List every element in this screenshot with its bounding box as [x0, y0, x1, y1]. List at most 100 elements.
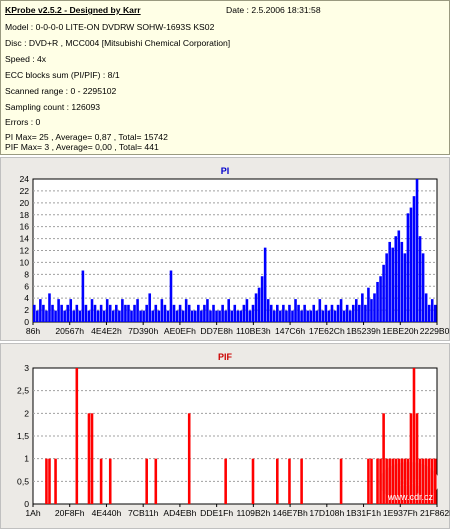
pi-bar: [206, 299, 209, 322]
pi-bar: [303, 304, 306, 322]
pi-bar: [276, 304, 279, 322]
pi-bar: [169, 270, 173, 322]
pi-bar: [54, 310, 57, 322]
pi-bar: [84, 304, 88, 322]
pi-bar: [102, 310, 106, 322]
info-line-model: Model : 0-0-0-0 LITE-ON DVDRW SOHW-1693S…: [5, 22, 215, 32]
pif-bar: [379, 458, 382, 504]
watermark-text: www.cdr.cz: [387, 492, 434, 502]
pi-bar: [348, 310, 352, 322]
pi-bar: [184, 299, 188, 322]
pif-ytick-label: 2: [24, 408, 29, 418]
pif-bar: [412, 368, 416, 504]
pi-bar: [127, 304, 130, 322]
pif-chart: 00,511,522,531Ah 20F8Fh 4E440h 7CB11h AD4EBh…: [17, 363, 450, 518]
pi-xtick-label: 110BE3h: [236, 326, 271, 336]
pi-bar: [181, 310, 185, 322]
pi-bar: [230, 310, 234, 322]
pif-xtick-label: 4E440h: [92, 508, 122, 518]
pi-bar: [430, 299, 434, 322]
pi-xtick-label: 86h: [26, 326, 41, 336]
pi-xtick-label: 4E4E2h: [91, 326, 122, 336]
pi-bar: [193, 310, 197, 322]
pif-xtick-label: AD4EBh: [163, 508, 196, 518]
pif-ytick-label: 2,5: [17, 386, 29, 396]
pi-xtick-label: 1B5239h: [346, 326, 381, 336]
pi-bar: [236, 310, 240, 322]
pi-bar: [418, 236, 422, 322]
pi-bar: [257, 287, 261, 322]
pi-xtick-label: DD7E8h: [200, 326, 233, 336]
pi-ytick-label: 4: [24, 293, 29, 303]
pif-ytick-label: 1,5: [17, 431, 29, 441]
pi-bar: [397, 230, 401, 322]
pi-chart-panel: PI 0 2 4 6 8 10 12 14 16 18 20 22 24 86h 20567h 4E4E2h 7…: [0, 157, 450, 341]
pi-bar: [315, 310, 319, 322]
pif-xtick-label: DDE1Fh: [200, 508, 233, 518]
pif-bar: [45, 458, 48, 504]
pi-bar: [373, 293, 376, 322]
pif-bar: [87, 413, 91, 504]
pi-bar: [96, 310, 100, 322]
pif-bar: [90, 413, 94, 504]
pi-ytick-label: 20: [19, 198, 29, 208]
pi-bar: [39, 299, 42, 322]
pi-bar: [306, 310, 309, 322]
pi-bar: [51, 304, 54, 322]
pi-bar: [421, 253, 425, 322]
pi-bar: [212, 304, 215, 322]
pi-ytick-label: 16: [19, 222, 29, 232]
info-line-sampling: Sampling count : 126093: [5, 102, 101, 112]
pi-bar: [260, 276, 264, 322]
pif-bar: [370, 458, 373, 504]
info-line-disc: Disc : DVD+R , MCC004 [Mitsubishi Chemic…: [5, 38, 231, 48]
pif-bar: [382, 413, 385, 504]
pi-bar: [218, 310, 221, 322]
pi-bar: [288, 304, 291, 322]
pi-bar: [63, 310, 66, 322]
pi-bar: [394, 236, 398, 322]
pif-xtick-label: 1E937Fh: [383, 508, 418, 518]
pif-bar: [339, 458, 343, 504]
pif-ytick-label: 1: [24, 454, 29, 464]
pi-bar: [272, 310, 276, 322]
pi-bar: [297, 304, 300, 322]
pif-bar: [75, 368, 79, 504]
pi-bar: [342, 310, 346, 322]
pif-xtick-label: 17D108h: [309, 508, 344, 518]
pif-bar: [187, 413, 191, 504]
pi-bar: [105, 299, 109, 322]
pif-bar: [54, 458, 57, 504]
pif-bar: [251, 458, 255, 504]
pi-bar: [36, 310, 39, 322]
pif-bar: [145, 458, 148, 504]
pi-bar: [300, 310, 303, 322]
pi-bar: [318, 299, 322, 322]
pi-bar: [190, 310, 194, 322]
pi-bar: [121, 299, 124, 322]
pi-bar: [324, 304, 328, 322]
pi-bar: [57, 299, 60, 322]
info-line-ecc: ECC blocks sum (PI/PIF) : 8/1: [5, 70, 120, 80]
pif-bar: [367, 458, 370, 504]
pi-xtick-label: 2229B0h: [420, 326, 450, 336]
pi-bar: [187, 304, 191, 322]
pi-bar: [309, 310, 313, 322]
pif-xtick-label: 20F8Fh: [55, 508, 85, 518]
pi-bar: [108, 304, 112, 322]
pif-xtick-label: 1B31F1h: [346, 508, 381, 518]
pif-bar: [415, 413, 419, 504]
pi-bar: [203, 304, 206, 322]
pi-bar: [45, 310, 48, 322]
pif-bar: [409, 413, 413, 504]
pi-xtick-label: 1EBE20h: [382, 326, 419, 336]
pi-ytick-label: 6: [24, 281, 29, 291]
pi-bar: [72, 310, 76, 322]
pif-xtick-label: 21F862h: [420, 508, 450, 518]
pi-bar: [78, 310, 82, 322]
pif-bar: [288, 458, 291, 504]
pi-bar: [400, 241, 404, 322]
pi-bar: [172, 304, 176, 322]
pi-bar: [242, 304, 246, 322]
pi-bar: [221, 304, 224, 322]
